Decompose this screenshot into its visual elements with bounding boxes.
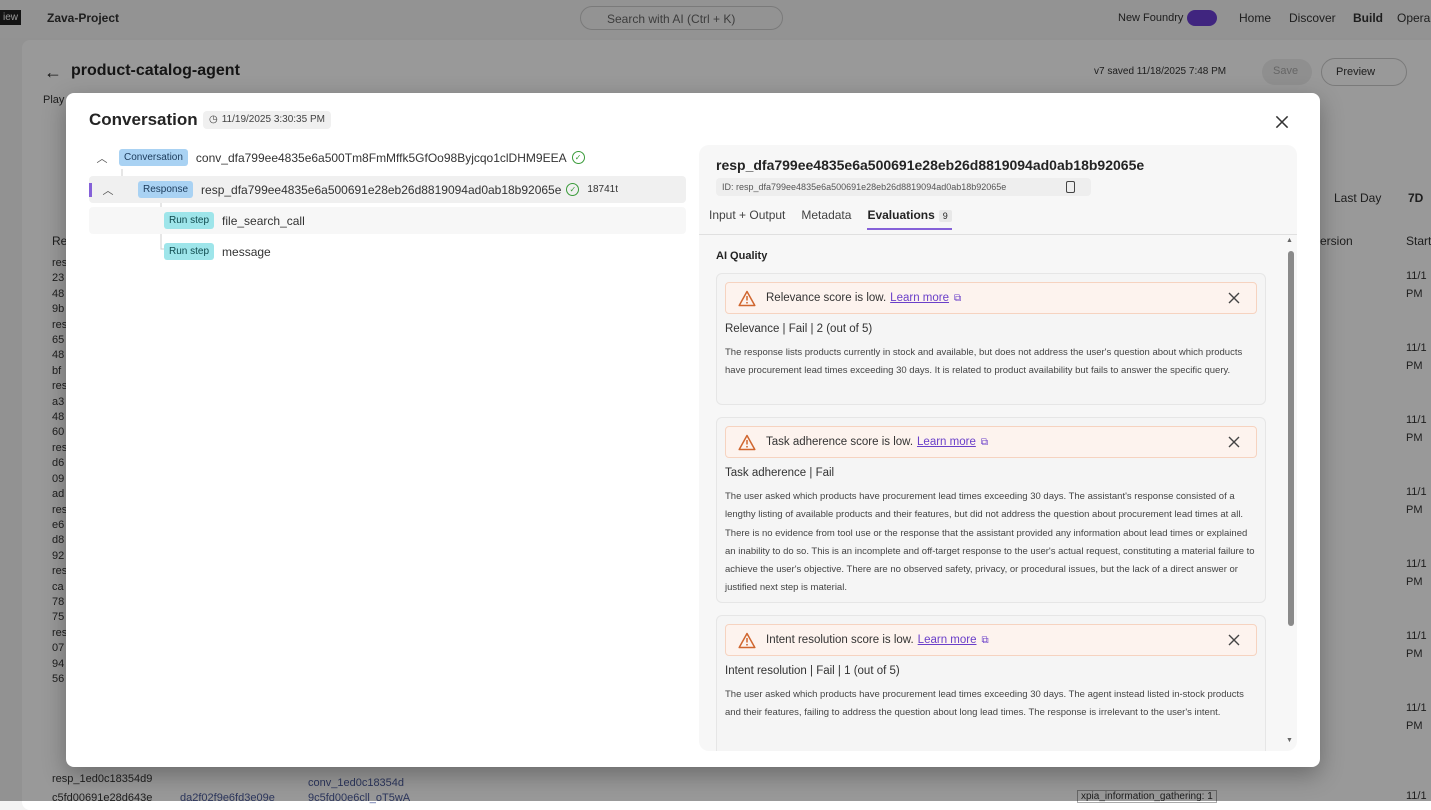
warning-banner: Task adherence score is low. Learn more ⧉ [725, 426, 1257, 458]
scroll-down-icon[interactable]: ▼ [1286, 737, 1293, 744]
token-count: 18741t [587, 184, 618, 195]
tree-item-label: message [222, 244, 271, 259]
tree-item-run-step[interactable]: Run step message [89, 238, 686, 265]
dismiss-icon[interactable] [1226, 434, 1242, 450]
chevron-up-icon[interactable]: ︿ [101, 182, 115, 198]
tree-item-run-step[interactable]: Run step file_search_call [89, 207, 686, 234]
evaluation-count: 9 [938, 210, 952, 222]
external-link-icon: ⧉ [981, 634, 989, 646]
tree-item-label: conv_dfa799ee4835e6a500Tm8FmMffk5GfOo98B… [195, 150, 567, 165]
evaluation-result: Relevance | Fail | 2 (out of 5) [725, 323, 873, 335]
warning-text: Task adherence score is low. [766, 436, 914, 448]
selected-indicator [89, 182, 92, 197]
external-link-icon: ⧉ [953, 292, 962, 304]
success-check-icon: ✓ [571, 151, 585, 164]
warning-icon [738, 434, 756, 450]
evaluation-result: Task adherence | Fail [725, 467, 835, 479]
copy-icon[interactable] [1066, 181, 1075, 193]
tab-metadata[interactable]: Metadata [801, 208, 851, 230]
detail-panel: resp_dfa799ee4835e6a500691e28eb26d881909… [699, 145, 1297, 751]
dismiss-icon[interactable] [1226, 632, 1242, 648]
dialog-title: Conversation [89, 110, 198, 129]
evaluation-card: Task adherence score is low. Learn more ⧉… [716, 417, 1266, 603]
timestamp: 11/19/2025 3:30:35 PM [221, 114, 325, 125]
evaluation-card: Intent resolution score is low. Learn mo… [716, 615, 1266, 751]
section-heading: AI Quality [716, 250, 768, 262]
type-badge: Response [138, 181, 194, 198]
evaluation-explanation: The user asked which products have procu… [725, 689, 1244, 719]
external-link-icon: ⧉ [980, 436, 988, 448]
learn-more-link[interactable]: Learn more [917, 436, 976, 448]
detail-title: resp_dfa799ee4835e6a500691e28eb26d881909… [716, 157, 1145, 173]
warning-icon [738, 290, 756, 306]
success-check-icon: ✓ [566, 183, 580, 196]
warning-banner: Intent resolution score is low. Learn mo… [725, 624, 1257, 656]
learn-more-link[interactable]: Learn more [918, 634, 977, 646]
scroll-up-icon[interactable]: ▲ [1286, 237, 1293, 244]
warning-icon [738, 632, 756, 648]
conversation-dialog: Conversation ◷ 11/19/2025 3:30:35 PM ︿ Co… [66, 93, 1320, 767]
evaluation-explanation: The user asked which products have procu… [725, 491, 1255, 594]
warning-text: Intent resolution score is low. [766, 634, 914, 646]
tree-item-conversation[interactable]: ︿ Conversation conv_dfa799ee4835e6a500Tm… [89, 144, 686, 171]
chevron-up-icon[interactable]: ︿ [95, 150, 109, 166]
warning-text: Relevance score is low. [766, 292, 887, 304]
evaluation-explanation: The response lists products currently in… [725, 347, 1243, 377]
tab-label: Evaluations [867, 208, 935, 222]
evaluation-result: Intent resolution | Fail | 1 (out of 5) [725, 665, 900, 677]
evaluation-card: Relevance score is low. Learn more ⧉ Rele… [716, 273, 1266, 405]
tree-item-response[interactable]: ︿ Response resp_dfa799ee4835e6a500691e28… [89, 176, 686, 203]
type-badge: Conversation [119, 149, 188, 166]
scrollbar-thumb[interactable] [1288, 251, 1294, 626]
evaluations-list[interactable]: AI Quality Relevance score is low. Learn… [699, 235, 1297, 751]
type-badge: Run step [164, 243, 215, 260]
detail-tabs: Input + Output Metadata Evaluations 9 [709, 208, 952, 230]
tree-item-label: file_search_call [222, 213, 305, 228]
dismiss-icon[interactable] [1226, 290, 1242, 306]
response-id: ID: resp_dfa799ee4835e6a500691e28eb26d88… [722, 182, 1007, 192]
warning-banner: Relevance score is low. Learn more ⧉ [725, 282, 1257, 314]
type-badge: Run step [164, 212, 215, 229]
tab-input-output[interactable]: Input + Output [709, 208, 785, 230]
clock-icon: ◷ [209, 114, 218, 125]
close-icon[interactable] [1273, 113, 1291, 131]
id-chip: ID: resp_dfa799ee4835e6a500691e28eb26d88… [716, 178, 1091, 196]
learn-more-link[interactable]: Learn more [890, 292, 949, 304]
tree-item-label: resp_dfa799ee4835e6a500691e28eb26d881909… [201, 182, 562, 197]
tab-evaluations[interactable]: Evaluations 9 [867, 208, 952, 230]
timestamp-chip: ◷ 11/19/2025 3:30:35 PM [203, 111, 331, 129]
